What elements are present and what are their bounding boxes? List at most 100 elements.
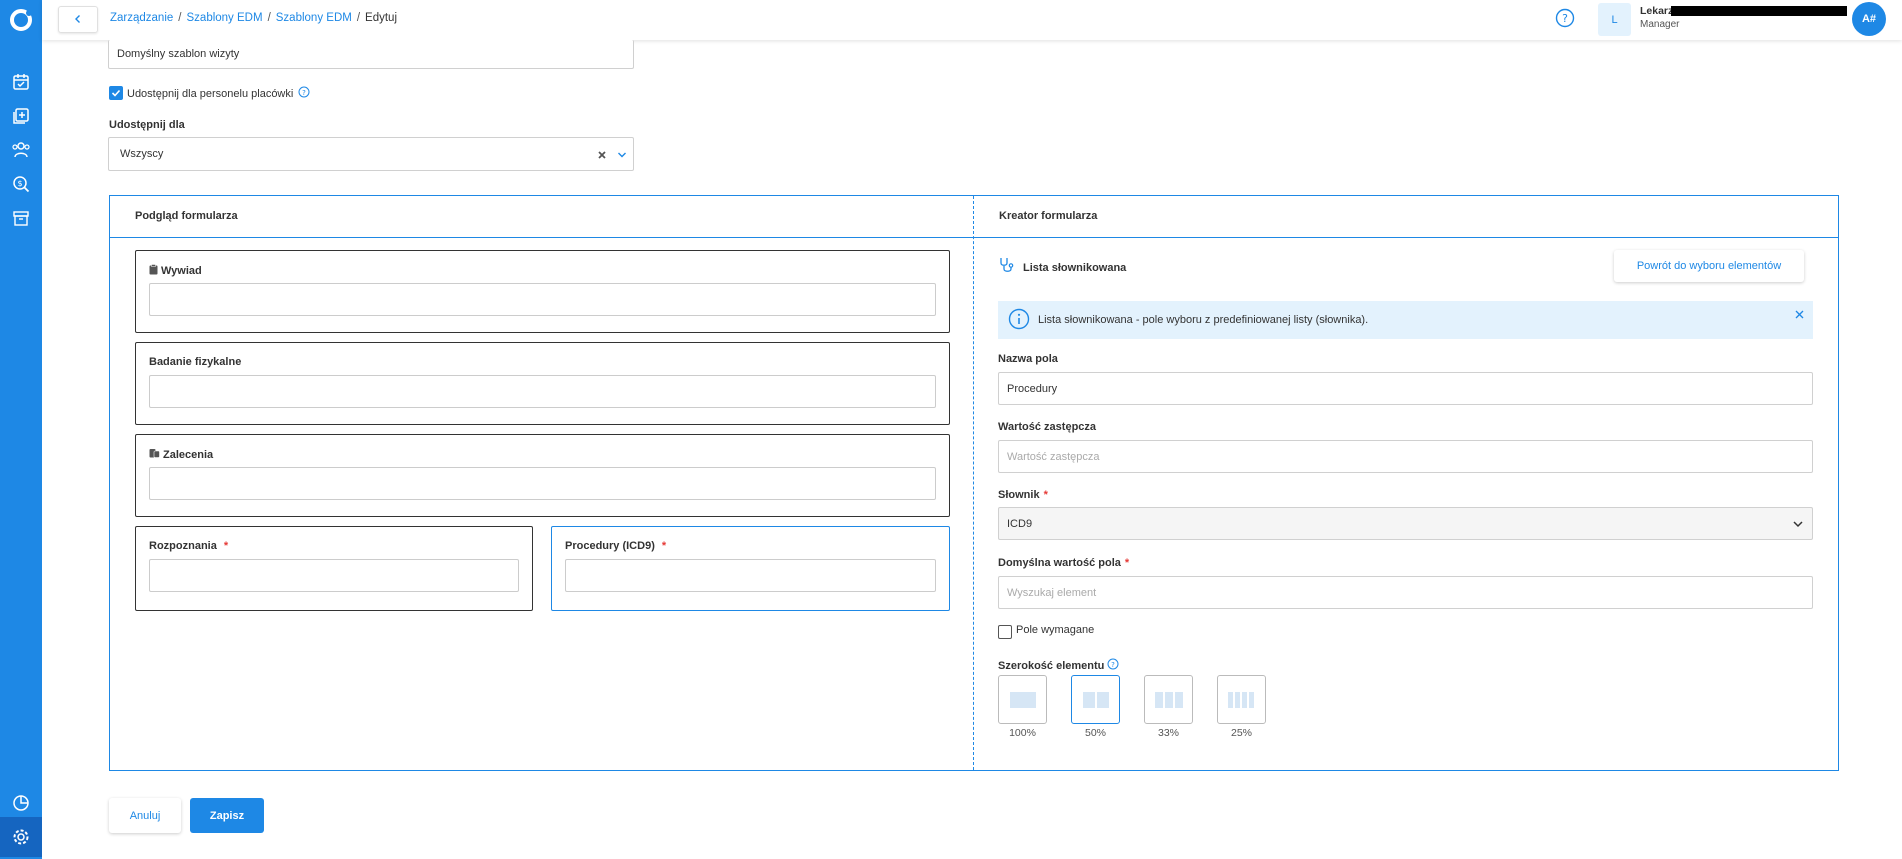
width-preview-block — [1083, 692, 1095, 708]
width-preview-block — [1155, 692, 1163, 708]
width-label: Szerokość elementu — [998, 660, 1105, 672]
finance-search-icon[interactable]: $ — [6, 169, 36, 199]
share-staff-checkbox[interactable] — [109, 86, 123, 100]
help-circle-icon[interactable]: ? — [1107, 657, 1119, 675]
field-label: Wywiad — [161, 265, 202, 277]
width-option-label: 100% — [1009, 727, 1036, 739]
width-option-label: 33% — [1157, 727, 1179, 739]
medication-icon — [149, 448, 160, 461]
field-label: Rozpoznania — [149, 540, 217, 552]
svg-text:$: $ — [17, 179, 22, 188]
preview-field-rozpoznania[interactable]: Rozpoznania * — [135, 526, 533, 611]
breadcrumb-separator: / — [178, 12, 182, 24]
preview-field-wywiad[interactable]: Wywiad — [135, 250, 950, 333]
redacted-name-block — [1671, 6, 1847, 16]
width-option-100[interactable] — [998, 675, 1047, 724]
field-label-row: Wywiad — [149, 264, 202, 278]
substitute-input[interactable]: Wartość zastępcza — [998, 440, 1813, 473]
user-menu-button[interactable]: A# — [1852, 2, 1886, 36]
save-button[interactable]: Zapisz — [190, 798, 264, 833]
dictionary-value: ICD9 — [1007, 517, 1033, 530]
template-name-input[interactable]: Domyślny szablon wizyty — [108, 40, 634, 69]
field-label: Procedury (ICD9) — [565, 540, 655, 552]
substitute-label: Wartość zastępcza — [998, 421, 1097, 433]
width-option-50[interactable] — [1071, 675, 1120, 724]
share-for-label: Udostępnij dla — [109, 119, 185, 131]
default-value-label-text: Domyślna wartość pola — [998, 557, 1121, 569]
share-for-select[interactable]: Wszyscy — [108, 137, 634, 171]
share-staff-label[interactable]: Udostępnij dla personelu placówki — [127, 88, 293, 100]
breadcrumb-link-szablony-edm[interactable]: Szablony EDM — [187, 12, 263, 24]
cancel-button[interactable]: Anuluj — [109, 798, 181, 833]
preview-field-badanie[interactable]: Badanie fizykalne — [135, 342, 950, 425]
info-text: Lista słownikowana - pole wyboru z prede… — [1038, 314, 1369, 326]
chevron-down-icon[interactable] — [617, 150, 627, 163]
app-logo-icon[interactable] — [6, 5, 36, 35]
width-option-25[interactable] — [1217, 675, 1266, 724]
field-label-row: Badanie fizykalne — [149, 356, 241, 368]
field-label: Zalecenia — [163, 448, 214, 461]
back-to-elements-button[interactable]: Powrót do wyboru elementów — [1614, 250, 1804, 282]
stethoscope-icon — [998, 257, 1016, 279]
field-name-input[interactable]: Procedury — [998, 372, 1813, 405]
field-input[interactable] — [149, 559, 519, 592]
required-field-checkbox[interactable] — [998, 625, 1012, 639]
sidebar: $ — [0, 0, 42, 859]
user-avatar[interactable]: L — [1598, 3, 1631, 36]
default-value-search-input[interactable]: Wyszukaj element — [998, 576, 1813, 609]
width-preview-block — [1242, 692, 1247, 708]
chevron-down-icon[interactable] — [1792, 518, 1804, 533]
width-preview-block — [1165, 692, 1173, 708]
breadcrumb-separator: / — [267, 12, 271, 24]
clear-icon[interactable] — [597, 150, 607, 163]
width-option-label: 50% — [1084, 727, 1106, 739]
breadcrumb: Zarządzanie / Szablony EDM / Szablony ED… — [110, 12, 397, 24]
panel-header-divider — [110, 237, 1838, 238]
breadcrumb-link-zarzadzanie[interactable]: Zarządzanie — [110, 12, 173, 24]
breadcrumb-separator: / — [356, 12, 361, 24]
required-mark: * — [1124, 557, 1130, 569]
width-option-label: 25% — [1230, 727, 1252, 739]
required-mark: * — [1043, 489, 1048, 501]
required-mark: * — [661, 540, 667, 552]
form-editor-panel: Podgląd formularza Kreator formularza Wy… — [109, 195, 1839, 771]
info-icon — [1008, 308, 1030, 333]
patients-icon[interactable] — [6, 135, 36, 165]
required-field-label[interactable]: Pole wymagane — [1016, 624, 1094, 636]
help-circle-icon[interactable]: ? — [298, 86, 310, 101]
dictionary-select[interactable]: ICD9 — [998, 507, 1813, 540]
close-icon[interactable] — [1794, 309, 1805, 323]
calendar-icon[interactable] — [6, 67, 36, 97]
default-value-label: Domyślna wartość pola * — [998, 557, 1129, 569]
width-option-33[interactable] — [1144, 675, 1193, 724]
field-input[interactable] — [149, 283, 936, 316]
required-mark: * — [223, 540, 229, 552]
width-preview-block — [1228, 692, 1233, 708]
preview-field-procedury[interactable]: Procedury (ICD9) * — [551, 526, 950, 611]
preview-field-zalecenia[interactable]: Zalecenia — [135, 434, 950, 517]
field-input[interactable] — [149, 467, 936, 500]
element-type-header: Lista słownikowana — [998, 257, 1126, 279]
archive-icon[interactable] — [6, 203, 36, 233]
share-staff-row: Udostępnij dla personelu placówki ? — [127, 86, 310, 101]
field-input[interactable] — [149, 375, 936, 408]
element-type-label: Lista słownikowana — [1023, 262, 1127, 274]
settings-icon[interactable] — [0, 817, 42, 857]
reports-icon[interactable] — [6, 788, 36, 818]
svg-text:?: ? — [1562, 12, 1568, 25]
breadcrumb-link-szablony-edm-2[interactable]: Szablony EDM — [276, 12, 352, 24]
user-role: Manager — [1640, 19, 1680, 30]
width-preview-block — [1235, 692, 1240, 708]
chevron-left-icon — [73, 11, 83, 29]
field-input[interactable] — [565, 559, 936, 592]
add-visit-icon[interactable] — [6, 101, 36, 131]
help-icon[interactable]: ? — [1555, 8, 1575, 28]
preview-title: Podgląd formularza — [135, 210, 238, 222]
panel-vertical-divider — [973, 196, 974, 770]
field-label: Badanie fizykalne — [149, 356, 242, 368]
field-name-label: Nazwa pola — [998, 353, 1058, 365]
width-preview-block — [1249, 692, 1254, 708]
back-button[interactable] — [58, 6, 98, 33]
width-preview-block — [1175, 692, 1183, 708]
svg-text:?: ? — [1112, 661, 1116, 669]
